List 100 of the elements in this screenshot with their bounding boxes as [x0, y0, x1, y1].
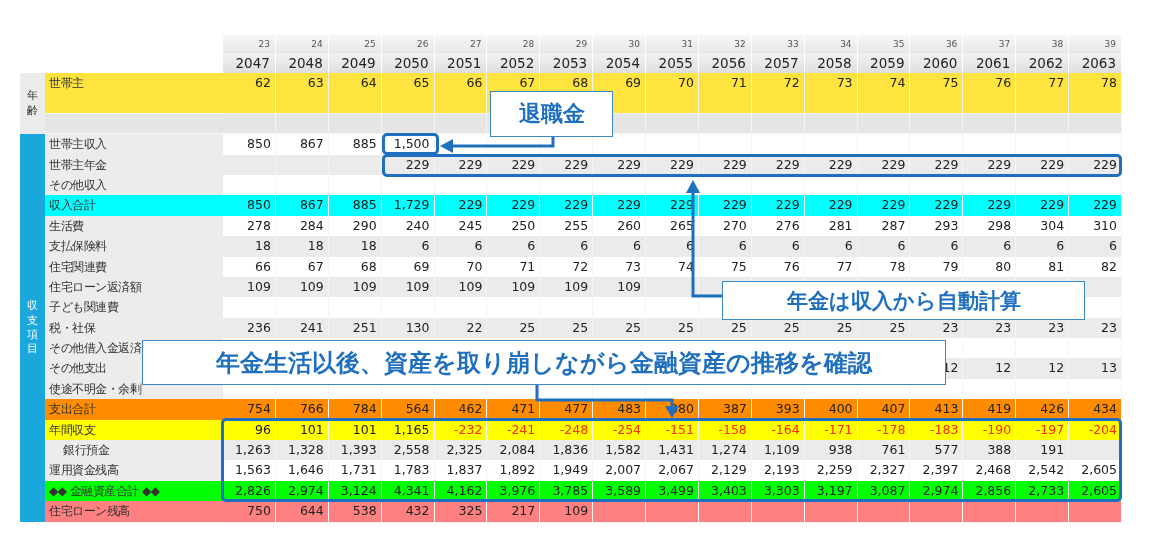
row-label: 収入合計	[45, 195, 223, 217]
table-cell: 2,327	[857, 460, 911, 482]
column-number: 38	[1016, 35, 1070, 53]
column-header: 2047	[223, 53, 276, 73]
column-number: 37	[963, 35, 1017, 53]
table-cell: 25	[593, 317, 647, 340]
row-label: 世帯主	[45, 73, 223, 95]
column-header: 2051	[434, 53, 488, 73]
table-cell: 310	[1069, 215, 1122, 238]
table-cell: 388	[963, 440, 1017, 462]
table-cell: 426	[1016, 399, 1070, 421]
column-number: 25	[328, 35, 382, 53]
table-cell: 278	[223, 215, 276, 238]
column-header: 2063	[1069, 53, 1122, 73]
table-cell: 1,783	[381, 460, 435, 482]
row-label: 世帯主収入	[45, 134, 223, 156]
row-label: 運用資金残高	[45, 460, 223, 482]
table-cell: 25	[487, 317, 541, 340]
table-cell: 76	[963, 73, 1017, 95]
table-cell: 13	[1069, 358, 1122, 380]
table-cell: 850	[223, 195, 276, 217]
table-cell: 1,837	[434, 460, 488, 482]
table-cell: 1,431	[646, 440, 699, 462]
table-cell: 750	[223, 501, 276, 523]
column-number: 39	[1069, 35, 1122, 53]
table-cell	[963, 501, 1017, 523]
table-cell: 71	[487, 256, 541, 278]
table-cell: 2,007	[593, 460, 647, 482]
column-header: 2057	[751, 53, 805, 73]
table-cell: 109	[487, 276, 541, 299]
table-cell: 77	[1016, 73, 1070, 95]
table-cell: 6	[698, 236, 752, 258]
table-cell: 6	[857, 236, 911, 258]
callout-label: 退職金	[490, 91, 613, 137]
row-label: 住宅ローン返済額	[45, 276, 223, 299]
row-label: 世帯主年金	[45, 154, 223, 176]
table-cell: 79	[910, 256, 964, 278]
row-label: 銀行預金	[45, 440, 223, 462]
callout-label: 年金生活以後、資産を取り崩しながら金融資産の推移を確認	[142, 340, 946, 385]
table-cell: 6	[487, 236, 541, 258]
table-cell: 1,892	[487, 460, 541, 482]
column-number: 27	[434, 35, 488, 53]
table-cell: 6	[1069, 236, 1122, 258]
row-label: 住宅関連費	[45, 256, 223, 278]
table-cell: 2,397	[910, 460, 964, 482]
column-header: 2055	[646, 53, 699, 73]
table-cell	[646, 501, 699, 523]
column-number: 32	[698, 35, 752, 53]
column-number: 24	[275, 35, 329, 53]
table-cell: 229	[487, 195, 541, 217]
table-cell	[910, 501, 964, 523]
table-cell: 229	[540, 195, 594, 217]
table-cell	[1016, 501, 1070, 523]
column-header: 2056	[698, 53, 752, 73]
table-cell: 1,563	[223, 460, 276, 482]
row-label: 生活費	[45, 215, 223, 238]
table-cell: 81	[1016, 256, 1070, 278]
table-cell: 12	[963, 358, 1017, 380]
table-cell: 229	[857, 195, 911, 217]
row-label: ◆◆ 金融資産合計 ◆◆	[45, 480, 223, 503]
table-cell: 250	[487, 215, 541, 238]
column-header: 2049	[328, 53, 382, 73]
column-header: 2050	[381, 53, 435, 73]
column-header: 2058	[804, 53, 858, 73]
table-cell: 6	[540, 236, 594, 258]
table-cell: 2,193	[751, 460, 805, 482]
table-cell: 6	[751, 236, 805, 258]
table-cell: -183	[910, 419, 964, 442]
table-cell: 6	[434, 236, 488, 258]
row-label: 子ども関連費	[45, 297, 223, 319]
column-header: 2054	[593, 53, 647, 73]
table-cell: 419	[963, 399, 1017, 421]
table-cell: 867	[275, 195, 329, 217]
table-cell: 80	[963, 256, 1017, 278]
row-label: 支出合計	[45, 399, 223, 421]
table-cell: 229	[910, 195, 964, 217]
column-header: 2053	[540, 53, 594, 73]
column-number: 31	[646, 35, 699, 53]
table-cell: 2,259	[804, 460, 858, 482]
column-header: 2052	[487, 53, 541, 73]
table-cell: 1,646	[275, 460, 329, 482]
row-label: 年間収支	[45, 419, 223, 442]
table-cell	[593, 501, 647, 523]
table-cell: 12	[1016, 358, 1070, 380]
table-cell: 191	[1016, 440, 1070, 462]
row-label: 住宅ローン残高	[45, 501, 223, 523]
table-cell: -241	[487, 419, 541, 442]
table-cell: -151	[646, 419, 699, 442]
table-cell: 109	[593, 276, 647, 299]
table-cell: 260	[593, 215, 647, 238]
table-cell: 229	[804, 195, 858, 217]
table-cell: 2,542	[1016, 460, 1070, 482]
table-cell: 66	[223, 256, 276, 278]
table-cell: 229	[1016, 195, 1070, 217]
table-cell: 434	[1069, 399, 1122, 421]
column-number: 36	[910, 35, 964, 53]
table-cell: 885	[328, 195, 382, 217]
table-cell: 109	[540, 276, 594, 299]
table-cell: 229	[698, 195, 752, 217]
column-number: 35	[857, 35, 911, 53]
